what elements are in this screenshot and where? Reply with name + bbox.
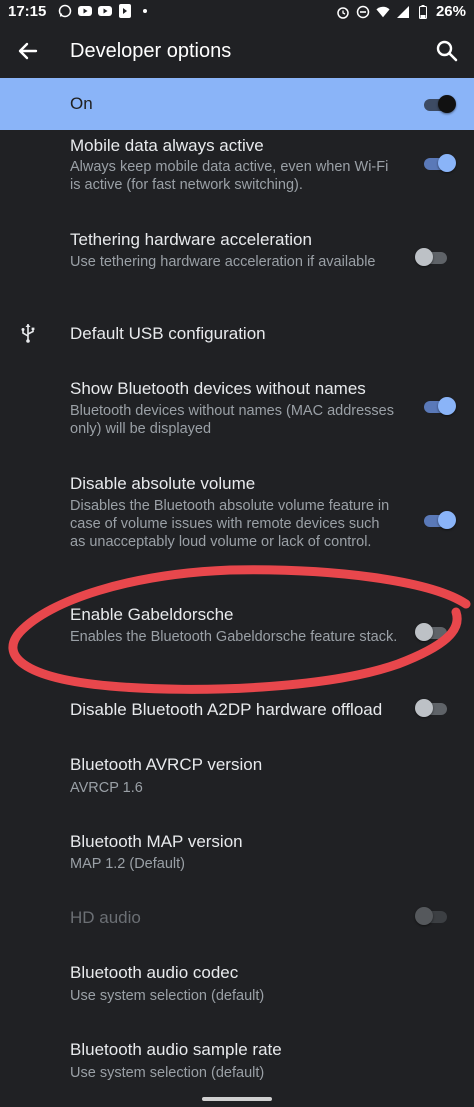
setting-title: Bluetooth MAP version xyxy=(70,832,243,851)
setting-title: Show Bluetooth devices without names xyxy=(70,379,366,398)
setting-disable-a2dp-offload[interactable]: Disable Bluetooth A2DP hardware offload xyxy=(0,684,474,736)
setting-summary: Disables the Bluetooth absolute volume f… xyxy=(70,498,390,550)
setting-title: Bluetooth audio codec xyxy=(70,963,239,982)
battery-icon xyxy=(416,4,430,19)
master-toggle-label: On xyxy=(70,94,93,113)
youtube-icon xyxy=(98,4,112,18)
master-toggle-switch[interactable] xyxy=(422,94,456,114)
gesture-navigation-bar[interactable] xyxy=(202,1097,272,1101)
gabeldorsche-toggle[interactable] xyxy=(415,622,449,642)
status-bar: 17:15 26% xyxy=(0,0,474,24)
setting-title: Disable absolute volume xyxy=(70,474,256,493)
setting-title: Mobile data always active xyxy=(70,136,264,155)
app-notification-icon xyxy=(118,4,132,18)
bluetooth-no-names-toggle[interactable] xyxy=(422,396,456,416)
setting-summary: AVRCP 1.6 xyxy=(70,780,143,796)
alarm-icon xyxy=(336,5,350,19)
setting-summary: Enables the Bluetooth Gabeldorsche featu… xyxy=(70,629,398,645)
setting-title: Bluetooth audio sample rate xyxy=(70,1040,282,1059)
setting-summary: Bluetooth devices without names (MAC add… xyxy=(70,403,394,437)
absolute-volume-toggle[interactable] xyxy=(422,510,456,530)
youtube-icon xyxy=(78,4,92,18)
setting-tethering-hardware-acceleration[interactable]: Tethering hardware acceleration Use teth… xyxy=(0,214,474,310)
setting-bluetooth-avrcp-version[interactable]: Bluetooth AVRCP version AVRCP 1.6 xyxy=(0,736,474,814)
setting-title: Enable Gabeldorsche xyxy=(70,605,234,624)
setting-show-bluetooth-devices-without-names[interactable]: Show Bluetooth devices without names Blu… xyxy=(0,366,474,462)
usb-icon xyxy=(18,323,38,343)
setting-summary: MAP 1.2 (Default) xyxy=(70,856,185,872)
setting-bluetooth-audio-sample-rate[interactable]: Bluetooth audio sample rate Use system s… xyxy=(0,1024,474,1094)
app-bar: Developer options xyxy=(0,24,474,78)
battery-percentage: 26% xyxy=(435,3,466,20)
developer-options-master-toggle[interactable]: On xyxy=(0,78,474,130)
a2dp-offload-toggle[interactable] xyxy=(415,698,449,718)
tethering-toggle[interactable] xyxy=(415,247,449,267)
signal-icon xyxy=(396,5,410,19)
setting-disable-absolute-volume[interactable]: Disable absolute volume Disables the Blu… xyxy=(0,462,474,590)
setting-summary: Use system selection (default) xyxy=(70,988,265,1004)
back-arrow-icon[interactable] xyxy=(14,37,42,65)
setting-summary: Use system selection (default) xyxy=(70,1065,265,1081)
setting-title: Tethering hardware acceleration xyxy=(70,230,312,249)
setting-summary: Use tethering hardware acceleration if a… xyxy=(70,254,376,270)
mobile-data-toggle[interactable] xyxy=(422,153,456,173)
setting-bluetooth-audio-codec[interactable]: Bluetooth audio codec Use system selecti… xyxy=(0,944,474,1024)
setting-title: Disable Bluetooth A2DP hardware offload xyxy=(70,700,383,719)
setting-enable-gabeldorsche[interactable]: Enable Gabeldorsche Enables the Bluetoot… xyxy=(0,590,474,684)
setting-title: HD audio xyxy=(70,908,141,927)
setting-title: Default USB configuration xyxy=(70,324,266,343)
whatsapp-icon xyxy=(58,4,72,18)
setting-hd-audio: HD audio xyxy=(0,892,474,944)
do-not-disturb-icon xyxy=(356,5,370,19)
more-notifications-icon xyxy=(138,4,152,18)
page-title: Developer options xyxy=(70,40,232,62)
status-time: 17:15 xyxy=(8,3,47,20)
setting-title: Bluetooth AVRCP version xyxy=(70,755,263,774)
wifi-icon xyxy=(376,5,390,19)
setting-bluetooth-map-version[interactable]: Bluetooth MAP version MAP 1.2 (Default) xyxy=(0,814,474,892)
search-icon[interactable] xyxy=(434,38,460,64)
setting-summary: Always keep mobile data active, even whe… xyxy=(70,159,389,193)
setting-mobile-data-always-active[interactable]: Mobile data always active Always keep mo… xyxy=(0,130,474,214)
setting-default-usb-configuration[interactable]: Default USB configuration xyxy=(0,310,474,366)
hd-audio-toggle xyxy=(415,906,449,926)
